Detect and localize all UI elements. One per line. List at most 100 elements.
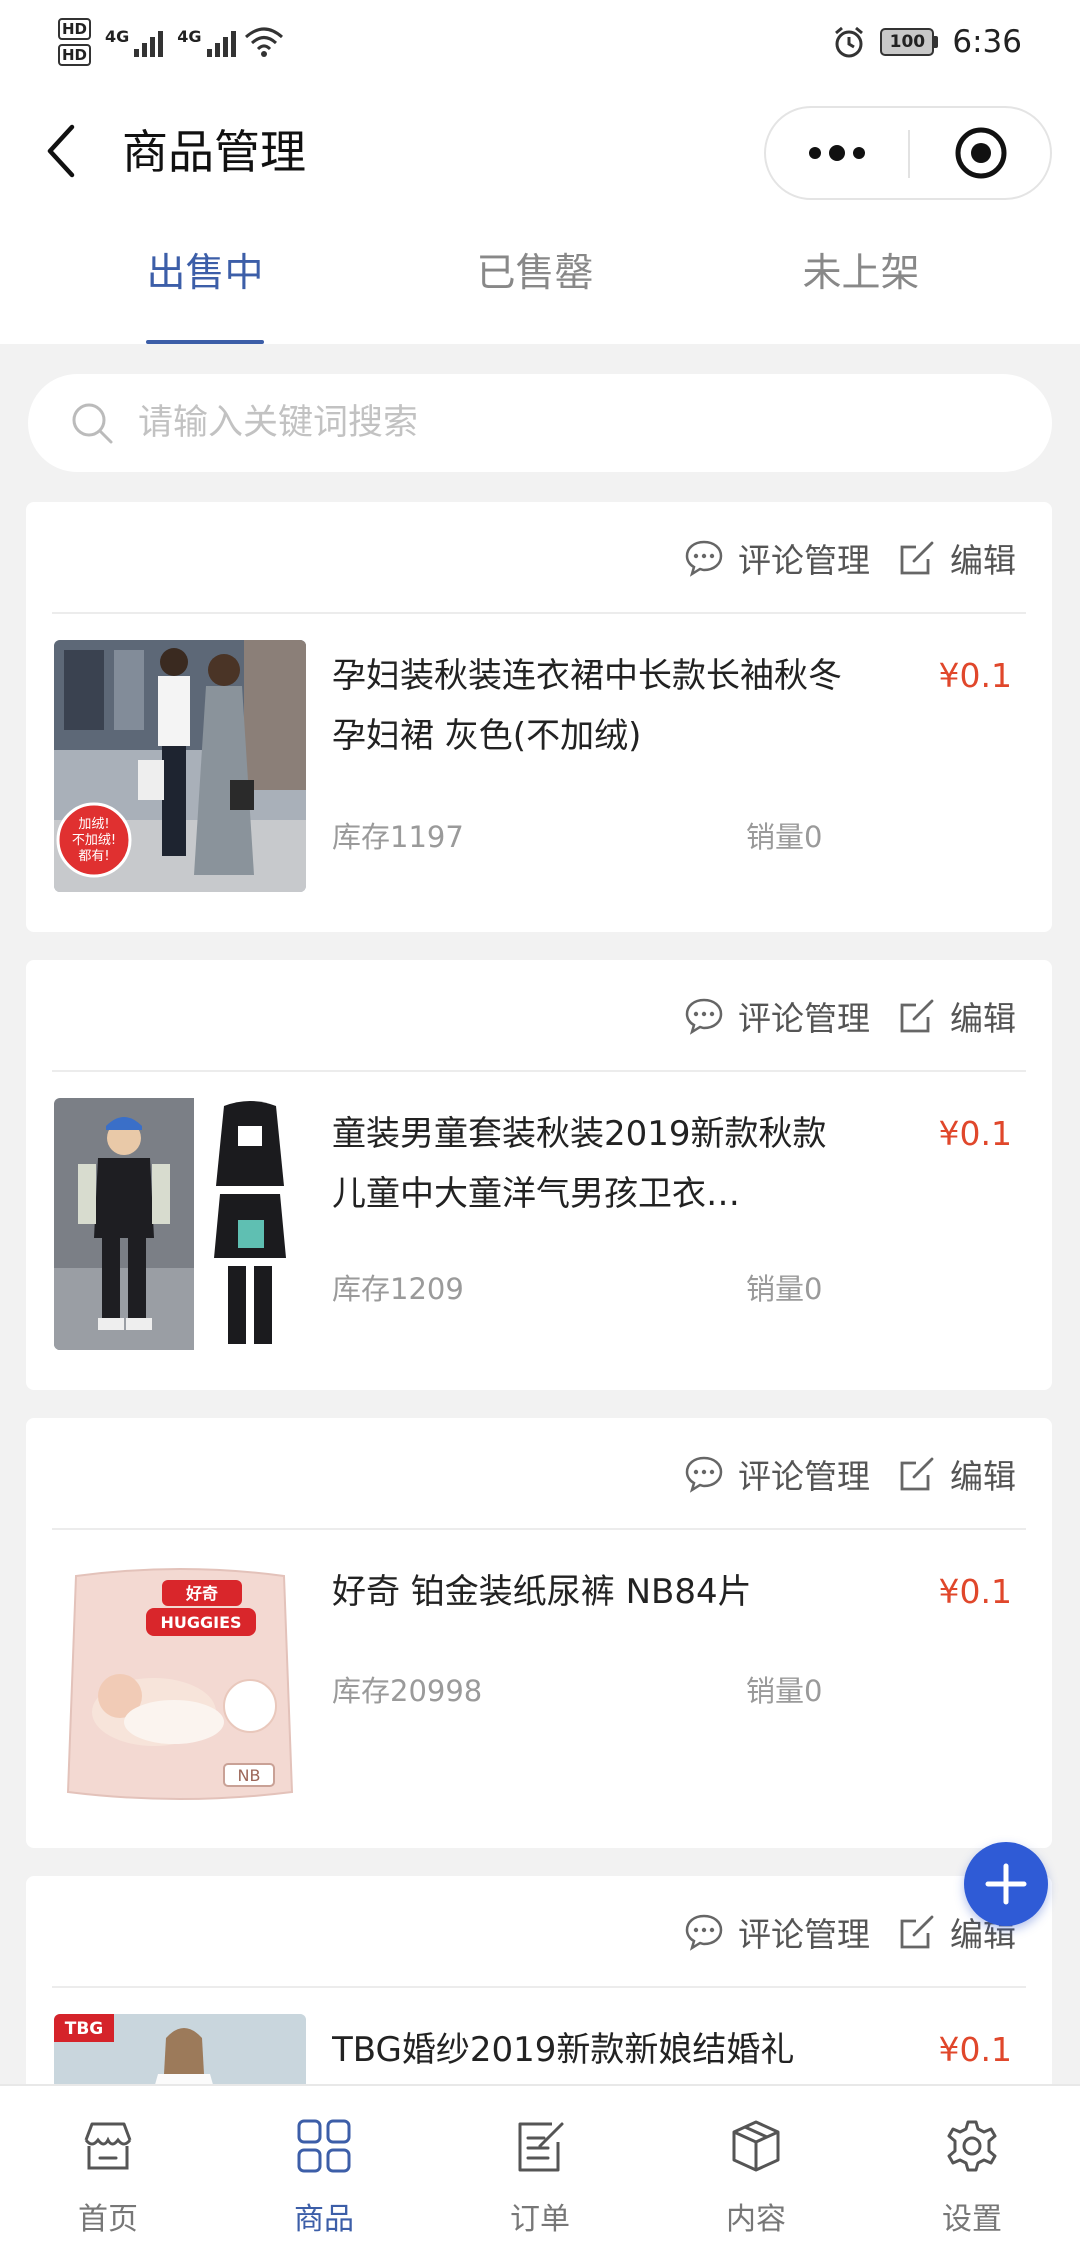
tab-indicator [146,340,264,344]
tabbar-item-content[interactable]: 内容 [648,2086,864,2244]
card-actions: 评论管理 编辑 [684,1906,1016,1958]
product-sales: 销量0 [746,1674,823,1708]
card-actions: 评论管理 编辑 [684,990,1016,1042]
signal-icon: 4G [105,27,164,57]
back-button[interactable] [36,116,86,186]
tabbar-item-settings[interactable]: 设置 [864,2086,1080,2244]
tabbar-label-content: 内容 [726,2202,786,2237]
card-divider [52,1986,1026,1988]
hd-badge-2: HD [58,44,92,66]
edit-label: 编辑 [950,1457,1016,1496]
battery-level: 100 [880,28,935,56]
gear-icon [947,2120,997,2172]
svg-text:NB: NB [238,1766,261,1785]
alarm-icon [835,26,864,58]
nav-bar: 商品管理 [0,82,1080,222]
comment-manage-label: 评论管理 [738,541,870,580]
search-bar[interactable] [28,374,1052,472]
search-input[interactable] [138,403,958,443]
status-bar: HD HD 4G 4G 100 6:36 [0,0,1080,82]
product-card: 评论管理 编辑 童装男童套装秋装2019新款秋款儿童中大童洋气男孩卫衣… ¥0.… [26,960,1052,1390]
svg-text:TBG: TBG [65,2019,104,2039]
svg-text:好奇: 好奇 [185,1584,218,1603]
product-card: 评论管理 编辑 好奇 HUGGIES NB 好奇 铂金装纸尿裤 NB84片 ¥0 [26,1418,1052,1848]
add-product-button[interactable] [964,1842,1048,1926]
edit-icon [900,541,934,575]
tab-sold-out[interactable]: 已售罄 [415,244,655,304]
store-icon [84,2122,132,2170]
product-name[interactable]: 孕妇装秋装连衣裙中长款长袖秋冬孕妇裙 灰色(不加绒) [332,646,852,766]
edit-icon [900,1915,934,1949]
page-title: 商品管理 [122,125,306,179]
product-price: ¥0.1 [938,1114,1012,1153]
network-label-2: 4G [177,27,202,46]
status-time: 6:36 [952,24,1022,60]
product-stock: 库存1209 [332,1272,464,1306]
tabbar-label-products: 商品 [294,2202,354,2237]
signal-icon-2: 4G [177,27,236,57]
edit-button[interactable]: 编辑 [898,1450,1016,1498]
comment-icon [685,1914,723,1951]
edit-button[interactable]: 编辑 [898,992,1016,1040]
comment-manage-button[interactable]: 评论管理 [684,1450,870,1498]
product-image[interactable]: 加绒! 不加绒! 都有! [54,640,306,892]
product-sales: 销量0 [746,1272,823,1306]
search-icon [72,403,113,444]
more-dots-icon [809,145,865,161]
product-sales: 销量0 [746,820,823,854]
order-icon [518,2122,564,2172]
tabbar-item-orders[interactable]: 订单 [432,2086,648,2244]
comment-manage-button[interactable]: 评论管理 [684,534,870,582]
tabbar-label-orders: 订单 [510,2202,570,2237]
tabbar-label-home: 首页 [78,2202,138,2237]
product-card: 评论管理 编辑 加绒! 不加绒! 都有! 孕妇装秋装连衣裙中长款长袖秋冬孕妇裙 … [26,502,1052,932]
edit-button[interactable]: 编辑 [898,534,1016,582]
chevron-left-icon [47,124,75,178]
tabbar-label-settings: 设置 [942,2202,1002,2237]
edit-label: 编辑 [950,999,1016,1038]
product-name[interactable]: 童装男童套装秋装2019新款秋款儿童中大童洋气男孩卫衣… [332,1104,852,1224]
product-stock: 库存20998 [332,1674,483,1708]
card-divider [52,612,1026,614]
tabbar-item-products[interactable]: 商品 [216,2086,432,2244]
hd-badge-1: HD [58,18,92,40]
product-stock: 库存1197 [332,820,464,854]
product-image[interactable] [54,1098,306,1350]
tab-on-sale[interactable]: 出售中 [85,244,325,304]
comment-icon [685,1456,723,1493]
comment-manage-button[interactable]: 评论管理 [684,992,870,1040]
status-tabs: 出售中 已售罄 未上架 [0,222,1080,344]
plus-icon [985,1863,1027,1905]
tab-not-listed[interactable]: 未上架 [741,244,981,304]
wifi-icon [244,27,283,57]
comment-icon [685,540,723,577]
tabbar-item-home[interactable]: 首页 [0,2086,216,2244]
edit-icon [900,1457,934,1491]
status-right: 100 6:36 [832,12,1022,72]
close-miniprogram-button[interactable] [910,108,1052,198]
svg-text:不加绒!: 不加绒! [72,833,116,848]
status-left: HD HD 4G 4G [58,12,284,72]
comment-icon [685,998,723,1035]
more-button[interactable] [766,108,908,198]
svg-text:都有!: 都有! [78,849,109,864]
card-divider [52,1070,1026,1072]
edit-icon [900,999,934,1033]
product-name[interactable]: 好奇 铂金装纸尿裤 NB84片 [332,1562,852,1622]
miniprogram-capsule [764,106,1052,200]
card-actions: 评论管理 编辑 [684,1448,1016,1500]
product-image[interactable]: 好奇 HUGGIES NB [54,1556,306,1808]
target-close-icon [955,127,1007,179]
product-price: ¥0.1 [938,656,1012,695]
comment-manage-button[interactable]: 评论管理 [684,1908,870,1956]
product-name[interactable]: TBG婚纱2019新款新娘结婚礼 [332,2020,852,2080]
box-icon [732,2120,780,2172]
card-actions: 评论管理 编辑 [684,532,1016,584]
network-label-1: 4G [105,27,130,46]
grid-icon [297,2119,351,2173]
battery-icon: 100 [880,28,939,56]
svg-text:加绒!: 加绒! [78,817,109,832]
product-price: ¥0.1 [938,1572,1012,1611]
comment-manage-label: 评论管理 [738,1457,870,1496]
product-price: ¥0.1 [938,2030,1012,2069]
